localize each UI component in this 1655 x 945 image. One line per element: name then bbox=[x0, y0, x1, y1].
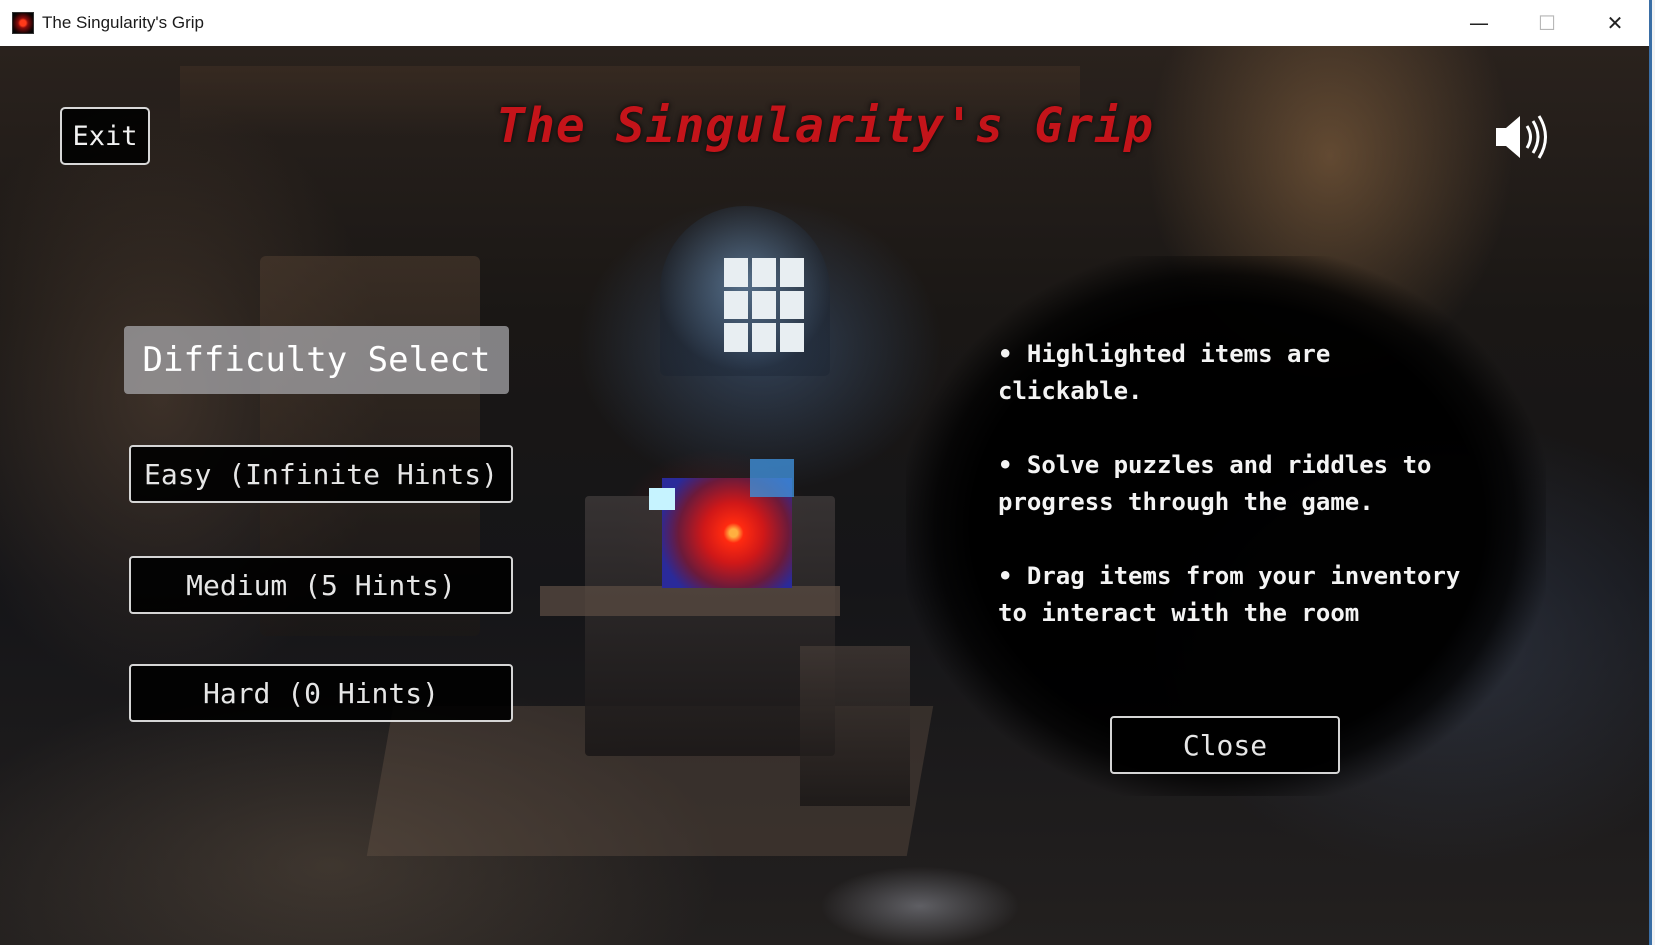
instruction-item: • Drag items from your inventory to inte… bbox=[998, 562, 1461, 627]
maximize-button[interactable]: ☐ bbox=[1513, 0, 1581, 46]
minimize-button[interactable]: — bbox=[1445, 0, 1513, 46]
easy-difficulty-button[interactable]: Easy (Infinite Hints) bbox=[129, 445, 513, 503]
instruction-item: • Solve puzzles and riddles to progress … bbox=[998, 451, 1432, 516]
rug bbox=[366, 706, 934, 856]
desk bbox=[585, 496, 835, 756]
speaker-on-icon[interactable] bbox=[1494, 112, 1554, 162]
cyan-panel bbox=[649, 488, 675, 510]
close-instructions-button[interactable]: Close bbox=[1110, 716, 1340, 774]
game-title: The Singularity's Grip bbox=[496, 98, 1154, 154]
close-window-button[interactable]: ✕ bbox=[1581, 0, 1649, 46]
game-scene: Exit The Singularity's Grip Difficulty S… bbox=[0, 46, 1649, 945]
window-panes bbox=[724, 258, 804, 352]
difficulty-heading: Difficulty Select bbox=[124, 326, 509, 394]
exit-button[interactable]: Exit bbox=[60, 107, 150, 165]
singularity-icon bbox=[12, 12, 34, 34]
hard-difficulty-button[interactable]: Hard (0 Hints) bbox=[129, 664, 513, 722]
instruction-item: • Highlighted items are clickable. bbox=[998, 340, 1331, 405]
medium-difficulty-button[interactable]: Medium (5 Hints) bbox=[129, 556, 513, 614]
floor-light bbox=[820, 866, 1020, 945]
window-controls: — ☐ ✕ bbox=[1445, 0, 1649, 46]
blue-panel bbox=[750, 459, 794, 497]
title-bar: The Singularity's Grip — ☐ ✕ bbox=[0, 0, 1649, 47]
computer-screen bbox=[662, 478, 792, 588]
game-window: The Singularity's Grip — ☐ ✕ Exit The Si… bbox=[0, 0, 1652, 945]
chair bbox=[800, 646, 910, 806]
window-title: The Singularity's Grip bbox=[42, 13, 204, 32]
instructions-list: • Highlighted items are clickable. • Sol… bbox=[998, 336, 1468, 632]
desk-top bbox=[540, 586, 840, 616]
arched-window bbox=[660, 206, 830, 376]
